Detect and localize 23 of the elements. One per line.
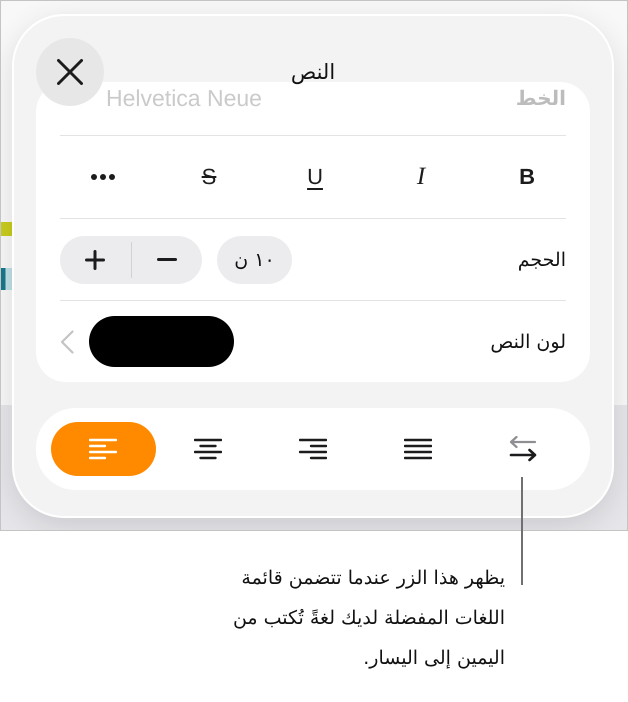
- align-left-icon: [89, 438, 118, 460]
- font-label: الخط: [516, 85, 566, 112]
- underline-button[interactable]: U: [293, 155, 337, 199]
- align-center-icon: [194, 438, 222, 460]
- more-icon: [91, 174, 115, 180]
- text-color-label: لون النص: [490, 330, 566, 354]
- justify-icon: [404, 438, 432, 460]
- chevron-left-icon: [60, 330, 74, 354]
- heading-fragment: [1, 268, 12, 290]
- popover-title: النص: [290, 59, 336, 86]
- highlight-strip: [1, 222, 12, 236]
- strikethrough-button[interactable]: S: [187, 155, 231, 199]
- callout-text: يظهر هذا الزر عندما تتضمن قائمة اللغات المفضلة لديك لغةً تُكتب من اليمين إلى اليسار.: [232, 566, 506, 671]
- close-icon: [57, 59, 83, 85]
- left-right-arrows-icon: [508, 436, 537, 462]
- color-swatch-icon[interactable]: [89, 316, 234, 367]
- align-right-icon: [299, 438, 328, 460]
- bold-button[interactable]: B: [505, 155, 549, 199]
- plus-icon: [85, 250, 106, 270]
- size-label: الحجم: [518, 248, 566, 272]
- size-value-field[interactable]: ١٠ ن: [217, 236, 292, 284]
- italic-button[interactable]: I: [399, 155, 443, 199]
- minus-icon: [156, 258, 177, 261]
